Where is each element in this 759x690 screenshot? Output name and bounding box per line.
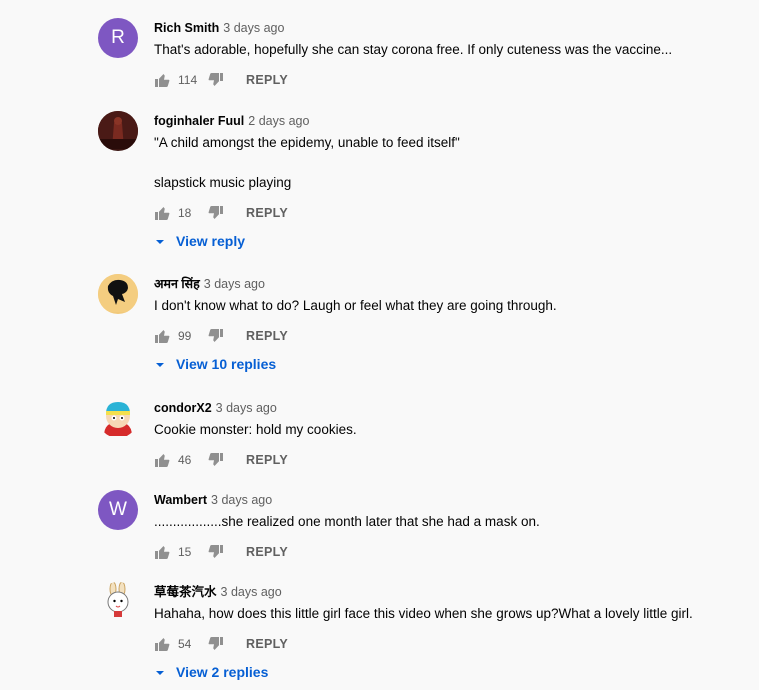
comment-header: foginhaler Fuul 2 days ago [154,113,738,129]
thumbs-down-icon[interactable] [208,205,224,221]
thumbs-down-icon[interactable] [208,72,224,88]
comment-toolbar: 15 REPLY [154,540,738,564]
avatar[interactable]: W [98,490,138,530]
comment-body: 草莓茶汽水 3 days ago Hahaha, how does this li… [154,582,738,684]
chevron-down-icon [154,235,166,247]
comment-header: 草莓茶汽水 3 days ago [154,584,738,600]
reply-button[interactable]: REPLY [246,637,288,651]
comment-time[interactable]: 2 days ago [248,114,309,128]
comment-author[interactable]: Rich Smith [154,21,219,35]
comment-body: Wambert 3 days ago ..................she … [154,490,738,564]
chevron-down-icon [154,666,166,678]
comment-text-line: slapstick music playing [154,175,292,190]
cartoon-character-avatar-icon [98,398,138,438]
comment-toolbar: 99 REPLY [154,324,738,348]
comment-text-line: "A child amongst the epidemy, unable to … [154,135,460,150]
comment-time[interactable]: 3 days ago [204,277,265,291]
dark-figure-avatar-icon [98,111,138,151]
like-count: 15 [178,545,192,559]
comment-toolbar: 114 REPLY [154,68,738,92]
comment-body: foginhaler Fuul 2 days ago "A child among… [154,111,738,253]
reply-button[interactable]: REPLY [246,329,288,343]
comment-text: ..................she realized one month… [154,514,540,529]
reply-button[interactable]: REPLY [246,206,288,220]
view-replies-label: View 2 replies [176,664,269,680]
comment-header: Wambert 3 days ago [154,492,738,508]
comment-text: I don't know what to do? Laugh or feel w… [154,298,557,313]
comment-text: Hahaha, how does this little girl face t… [154,606,693,621]
comment-time[interactable]: 3 days ago [221,585,282,599]
comment-toolbar: 54 REPLY [154,632,738,656]
avatar[interactable] [98,111,138,151]
comment-time[interactable]: 3 days ago [211,493,272,507]
avatar[interactable] [98,398,138,438]
thumbs-up-icon[interactable] [154,72,170,88]
like-count: 114 [178,73,198,87]
avatar[interactable] [98,274,138,314]
reply-button[interactable]: REPLY [246,453,288,467]
view-replies-button[interactable]: View 2 replies [154,660,738,684]
view-replies-label: View 10 replies [176,356,277,372]
avatar-letter: W [109,499,127,520]
thumbs-down-icon[interactable] [208,544,224,560]
view-replies-label: View reply [176,233,246,249]
comment-body: condorX2 3 days ago Cookie monster: hold … [154,398,738,472]
thumbs-down-icon[interactable] [208,328,224,344]
comment-author[interactable]: condorX2 [154,401,212,415]
comment-body: अमन सिंह 3 days ago I don't know what to … [154,274,738,376]
comment-author[interactable]: foginhaler Fuul [154,114,244,128]
view-replies-button[interactable]: View reply [154,229,738,253]
like-count: 54 [178,637,192,651]
comment-text: That's adorable, hopefully she can stay … [154,42,673,57]
comment-time[interactable]: 3 days ago [216,401,277,415]
reply-button[interactable]: REPLY [246,73,288,87]
comment-toolbar: 46 REPLY [154,448,738,472]
thumbs-up-icon[interactable] [154,636,170,652]
avatar[interactable] [98,582,138,622]
chevron-down-icon [154,358,166,370]
cartoon-bunny-avatar-icon [98,582,138,622]
comment-author[interactable]: 草莓茶汽水 [154,585,217,599]
comment-text: Cookie monster: hold my cookies. [154,422,357,437]
thumbs-up-icon[interactable] [154,544,170,560]
comment-author[interactable]: अमन सिंह [154,277,200,291]
comment-header: condorX2 3 days ago [154,400,738,416]
comment-time[interactable]: 3 days ago [223,21,284,35]
comment-text: "A child amongst the epidemy, unable to … [154,133,738,193]
view-replies-button[interactable]: View 10 replies [154,352,738,376]
thumbs-up-icon[interactable] [154,452,170,468]
thumbs-up-icon[interactable] [154,328,170,344]
comment-header: अमन सिंह 3 days ago [154,276,738,292]
comment-header: Rich Smith 3 days ago [154,20,738,36]
silhouette-avatar-icon [98,274,138,314]
avatar[interactable]: R [98,18,138,58]
comment-author[interactable]: Wambert [154,493,207,507]
thumbs-down-icon[interactable] [208,452,224,468]
thumbs-down-icon[interactable] [208,636,224,652]
like-count: 18 [178,206,192,220]
like-count: 99 [178,329,192,343]
comment-body: Rich Smith 3 days ago That's adorable, ho… [154,18,738,92]
reply-button[interactable]: REPLY [246,545,288,559]
comment-toolbar: 18 REPLY [154,201,738,225]
thumbs-up-icon[interactable] [154,205,170,221]
avatar-letter: R [111,27,125,48]
like-count: 46 [178,453,192,467]
